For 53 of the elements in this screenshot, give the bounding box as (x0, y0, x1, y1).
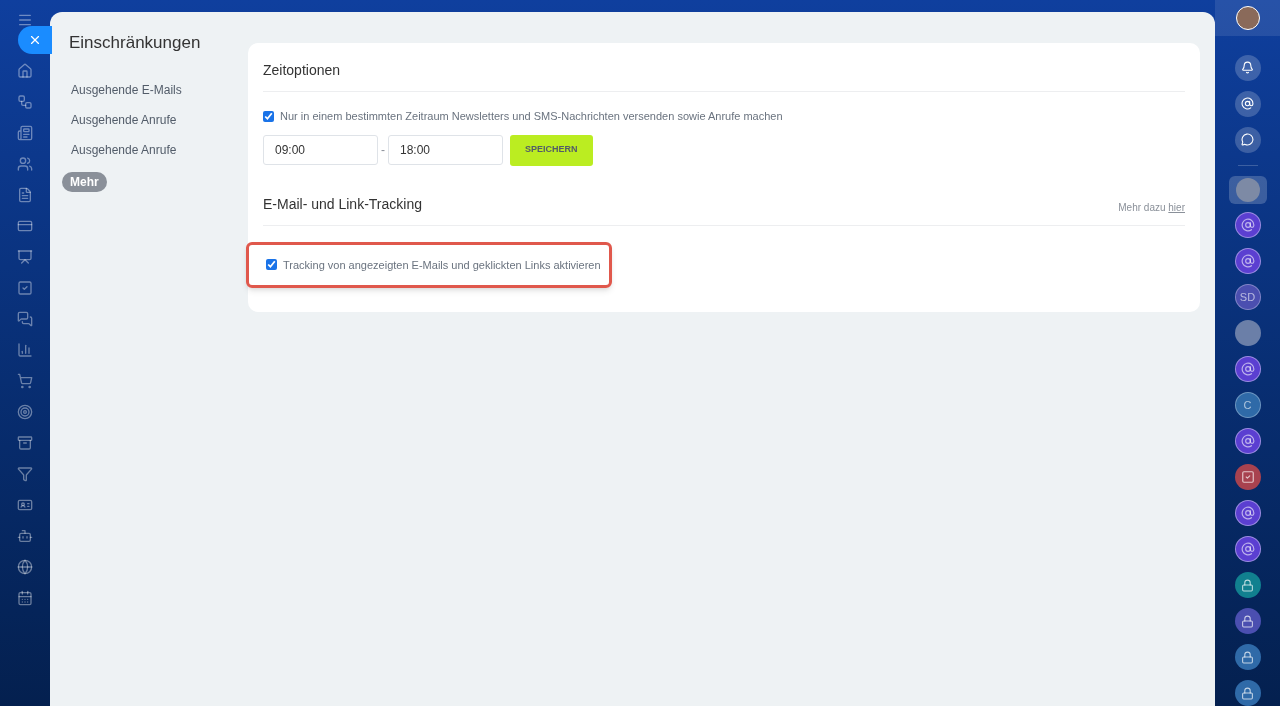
board-icon[interactable] (17, 249, 33, 265)
open-channel-icon[interactable] (1234, 212, 1261, 238)
calendar-icon[interactable] (17, 590, 33, 606)
target-icon[interactable] (17, 404, 33, 420)
archive-icon[interactable] (17, 435, 33, 451)
bar-chart-icon[interactable] (17, 342, 33, 358)
document-icon[interactable] (17, 187, 33, 203)
checkbox-icon[interactable] (17, 280, 33, 296)
checkbox[interactable] (266, 259, 277, 271)
avatar-placeholder[interactable] (1235, 5, 1260, 30)
time-to-field[interactable]: 18:00 (388, 135, 503, 165)
card-icon[interactable] (17, 218, 33, 234)
save-button[interactable]: SPEICHERN (510, 134, 593, 166)
task-icon[interactable] (1234, 464, 1261, 490)
lock-icon[interactable] (1234, 608, 1261, 634)
cart-icon[interactable] (17, 373, 33, 389)
robot-icon[interactable] (17, 528, 33, 544)
open-channel-icon[interactable] (1234, 500, 1261, 526)
close-button[interactable] (18, 26, 52, 54)
notification-icon[interactable] (1234, 54, 1261, 81)
open-channel-icon[interactable] (1234, 536, 1261, 562)
checkbox[interactable] (263, 110, 274, 122)
close-icon (28, 33, 42, 47)
section-title: Zeitoptionen (263, 61, 341, 80)
id-card-icon[interactable] (17, 497, 33, 513)
initials-avatar[interactable]: SD (1234, 284, 1261, 310)
newspaper-icon[interactable] (17, 125, 33, 141)
time-from-field[interactable]: 09:00 (263, 135, 378, 165)
lock-icon[interactable] (1234, 680, 1261, 706)
checkbox-label: Nur in einem bestimmten Zeitraum Newsletters und SMS-Nachrichten versenden sowie Anrufe machen (280, 109, 783, 124)
nodes-icon[interactable] (17, 94, 33, 110)
globe-icon[interactable] (17, 559, 33, 575)
menu-item[interactable]: Ausgehende E-Mails (71, 74, 248, 105)
lock-icon[interactable] (1234, 572, 1261, 598)
menu-item[interactable]: Ausgehende Anrufe (71, 104, 248, 135)
more-info-text: Mehr dazu hier (1118, 200, 1185, 215)
lock-icon[interactable] (1234, 644, 1261, 670)
funnel-icon[interactable] (17, 466, 33, 482)
menu-icon[interactable] (17, 12, 33, 28)
chat-icon[interactable] (1234, 126, 1261, 153)
avatar-placeholder[interactable] (1234, 320, 1261, 346)
menu-item[interactable]: Ausgehende Anrufe (71, 134, 248, 165)
open-channel-icon[interactable] (1234, 356, 1261, 382)
more-info-link[interactable]: hier (1168, 201, 1185, 213)
open-channel-icon[interactable] (1234, 428, 1261, 454)
range-separator: - (381, 142, 385, 159)
open-channel-icon[interactable] (1234, 248, 1261, 274)
people-icon[interactable] (17, 156, 33, 172)
selected-chat-tile[interactable] (1228, 175, 1267, 204)
section-title: E-Mail- und Link-Tracking (263, 194, 422, 214)
checkbox-label: Tracking von angezeigten E-Mails und geklickten Links aktivieren (283, 257, 601, 273)
panel-title: Einschränkungen (69, 32, 202, 54)
home-icon[interactable] (17, 63, 33, 79)
